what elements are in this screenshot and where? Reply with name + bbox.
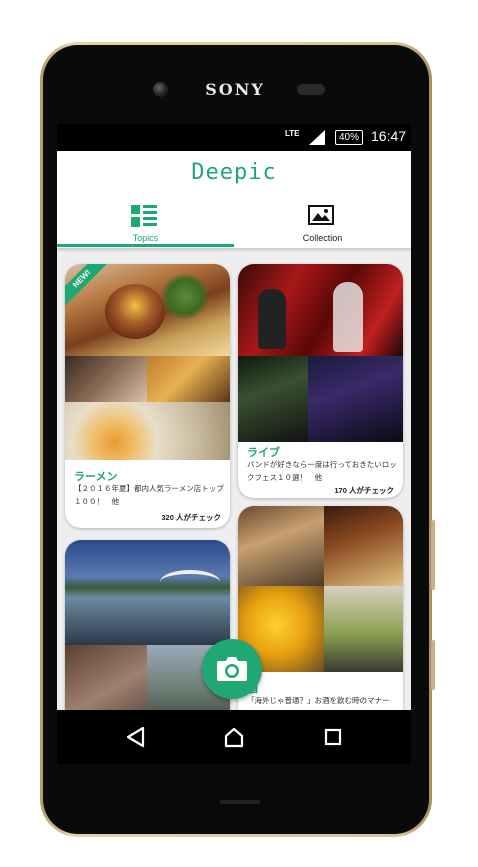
tab-collection[interactable]: Collection xyxy=(234,203,411,247)
card-image-thumb xyxy=(238,506,324,586)
power-button xyxy=(431,520,435,590)
card-image-thumb xyxy=(308,356,403,442)
volume-button xyxy=(431,640,435,690)
card-image-thumb xyxy=(324,586,403,672)
check-count: 170 人がチェック xyxy=(334,486,394,495)
card-image-bowl xyxy=(65,402,230,460)
active-tab-indicator xyxy=(57,244,234,247)
card-image-thumb xyxy=(238,356,308,442)
card-image-main xyxy=(238,264,403,356)
back-icon[interactable] xyxy=(125,726,147,748)
card-image-thumb xyxy=(324,506,403,586)
speaker-grille xyxy=(220,800,260,804)
status-bar: LTE 40% 16:47 xyxy=(57,124,411,151)
topic-card-ramen[interactable]: NEW! ラーメン 【２０１６年夏】都内人気ラーメン店トップ１００！ 他 320… xyxy=(65,264,230,528)
signal-icon xyxy=(309,130,325,145)
tab-collection-label: Collection xyxy=(302,233,343,243)
front-camera xyxy=(153,82,168,97)
card-image-thumb xyxy=(65,645,147,710)
card-description: 「海外じゃ普通？」お酒を飲む時のマナー xyxy=(247,696,390,705)
check-count: 320 人がチェック xyxy=(161,513,221,522)
brand-logo: SONY xyxy=(205,80,265,99)
topics-feed[interactable]: NEW! ラーメン 【２０１６年夏】都内人気ラーメン店トップ１００！ 他 320… xyxy=(57,248,411,710)
battery-indicator: 40% xyxy=(335,130,364,145)
card-description: 【２０１６年夏】都内人気ラーメン店トップ１００！ 他 xyxy=(74,484,224,506)
camera-icon xyxy=(217,657,247,681)
card-image-thumb xyxy=(147,356,230,402)
topics-grid-icon xyxy=(131,205,157,227)
app-header: Deepic Topics Collection xyxy=(57,151,411,248)
tab-topics-label: Topics xyxy=(132,233,159,243)
app-title: Deepic xyxy=(191,160,277,185)
system-nav-bar xyxy=(57,710,411,764)
tab-topics[interactable]: Topics xyxy=(57,203,234,247)
image-collection-icon xyxy=(308,205,334,225)
clock: 16:47 xyxy=(371,128,407,144)
card-image-main xyxy=(65,540,230,645)
home-icon[interactable] xyxy=(223,726,245,748)
camera-fab-button[interactable] xyxy=(202,639,262,699)
topic-card-sake[interactable]: 酒 「海外じゃ普通？」お酒を飲む時のマナー xyxy=(238,506,403,710)
card-image-thumb xyxy=(65,356,147,402)
proximity-sensor xyxy=(297,84,325,95)
screen: LTE 40% 16:47 Deepic Topics Collection N… xyxy=(57,124,411,710)
recents-icon[interactable] xyxy=(322,726,344,748)
topic-card-landscape[interactable] xyxy=(65,540,230,710)
card-description: バンドが好きなら一度は行っておきたいロックフェス１０選！ 他 xyxy=(247,460,397,482)
network-label: LTE xyxy=(285,129,300,138)
topic-card-live[interactable]: ライブ バンドが好きなら一度は行っておきたいロックフェス１０選！ 他 170 人… xyxy=(238,264,403,498)
